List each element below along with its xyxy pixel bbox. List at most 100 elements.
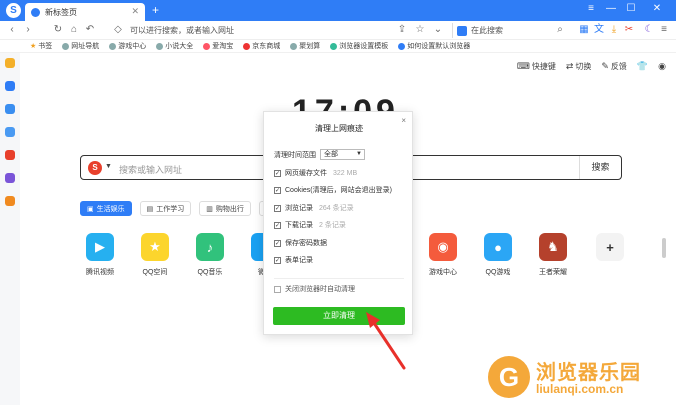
app-tile[interactable]: ◉ 游戏中心 — [423, 233, 463, 277]
checkbox[interactable]: ✓ — [274, 186, 281, 194]
tab-work[interactable]: ▤ 工作学习 — [139, 201, 192, 216]
shield-icon[interactable]: ◇ — [112, 24, 124, 35]
app-tile[interactable]: ♪ QQ音乐 — [190, 233, 230, 277]
close-icon[interactable]: × — [401, 116, 406, 125]
url-input[interactable]: 可以进行搜索，或者输入网址 — [130, 24, 430, 37]
search-button[interactable]: 搜索 — [579, 156, 621, 179]
bookmark-item[interactable]: 如何设置默认浏览器 — [398, 41, 470, 51]
scrollbar[interactable] — [662, 238, 666, 258]
checkbox[interactable]: ✓ — [274, 221, 281, 229]
new-tab-button[interactable]: + — [152, 4, 159, 16]
more-icon[interactable]: ≡ — [658, 24, 670, 36]
bookmark-item[interactable]: 京东商城 — [243, 41, 280, 51]
option-cache[interactable]: ✓ 网页缓存文件 322 MB — [274, 168, 357, 178]
tab-strip: S 新标签页 ✕ + ≡ — ☐ ✕ — [0, 0, 676, 21]
auto-clean-option[interactable]: 关闭浏览器时自动清理 — [274, 284, 355, 294]
music-icon: ♪ — [196, 233, 224, 261]
game-icon[interactable] — [5, 127, 15, 137]
caret-down-icon[interactable]: ▼ — [105, 163, 112, 170]
video-icon: ▶ — [86, 233, 114, 261]
site-icon — [398, 42, 406, 50]
star-icon: ★ — [30, 43, 37, 50]
dropdown-icon[interactable]: ⌄ — [432, 24, 444, 35]
screenshot-icon[interactable]: ✂ — [623, 24, 635, 36]
tab-shopping[interactable]: ▥ 购物出行 — [199, 201, 251, 216]
red-arrow-annotation — [366, 312, 406, 370]
cloud-icon[interactable] — [5, 104, 15, 114]
bookmark-item[interactable]: 浏览器设置模板 — [330, 41, 388, 51]
time-range-row: 清理时间范围 全部 ▼ — [274, 149, 365, 160]
extension-icon[interactable]: ▦ — [578, 24, 590, 36]
option-history[interactable]: ✓ 浏览记录 264 条记录 — [274, 203, 354, 213]
pdf-icon[interactable] — [5, 150, 15, 160]
search-engine-icon[interactable]: S — [88, 161, 102, 175]
menu-icon[interactable]: ≡ — [582, 3, 600, 14]
feedback-button[interactable]: ✎ 反馈 — [601, 61, 627, 72]
time-range-select[interactable]: 全部 ▼ — [320, 149, 365, 160]
reload-icon[interactable]: ↻ — [52, 24, 64, 35]
caret-down-icon: ▼ — [356, 151, 362, 157]
time-range-label: 清理时间范围 — [274, 151, 316, 159]
forward-icon[interactable]: › — [22, 24, 34, 35]
browser-logo-icon[interactable]: S — [6, 3, 21, 18]
option-downloads[interactable]: ✓ 下载记录 2 条记录 — [274, 220, 346, 230]
site-icon — [290, 42, 298, 50]
switch-button[interactable]: ⇄ 切换 — [566, 61, 592, 72]
add-app-tile[interactable]: + — [590, 233, 630, 267]
bookmark-item[interactable]: 游戏中心 — [109, 41, 146, 51]
app-tile[interactable]: ♞ 王者荣耀 — [533, 233, 573, 277]
shortcut-button[interactable]: ⌨ 快捷键 — [517, 61, 556, 72]
app-tile[interactable]: ▶ 腾讯视频 — [80, 233, 120, 277]
minimize-button[interactable]: — — [602, 3, 620, 14]
checkbox[interactable]: ✓ — [274, 256, 281, 264]
download-icon[interactable]: ⤓ — [608, 24, 620, 36]
option-forms[interactable]: ✓ 表单记录 — [274, 255, 319, 265]
bookmark-item[interactable]: 小说大全 — [156, 41, 193, 51]
close-window-button[interactable]: ✕ — [648, 3, 666, 14]
back-icon[interactable]: ‹ — [6, 24, 18, 35]
watermark: G 浏览器乐园 liulanqi.com.cn — [484, 354, 674, 402]
favorites-icon[interactable] — [5, 58, 15, 68]
cart-icon: ▥ — [206, 205, 213, 213]
bookmark-item[interactable]: 爱淘宝 — [203, 41, 233, 51]
maximize-button[interactable]: ☐ — [622, 3, 640, 14]
app-tile[interactable]: ● QQ游戏 — [478, 233, 518, 277]
option-passwords[interactable]: ✓ 保存密码数据 — [274, 238, 333, 248]
star-icon: ★ — [141, 233, 169, 261]
site-icon — [109, 42, 117, 50]
history-icon[interactable] — [5, 81, 15, 91]
checkbox[interactable]: ✓ — [274, 204, 281, 212]
checkbox[interactable]: ✓ — [274, 169, 281, 177]
game-icon: ▣ — [87, 205, 94, 213]
option-cookies[interactable]: ✓ Cookies(清理后，网站会退出登录) — [274, 185, 398, 195]
translate-icon[interactable]: 文 — [593, 24, 605, 36]
tab-favicon-icon — [31, 7, 40, 17]
watermark-logo-icon: G — [488, 356, 530, 398]
bookmark-item[interactable]: ★ 书签 — [30, 41, 52, 51]
undo-icon[interactable]: ↶ — [84, 24, 96, 35]
home-icon[interactable]: ⌂ — [68, 24, 80, 35]
site-icon — [62, 42, 70, 50]
checkbox[interactable] — [274, 285, 281, 293]
tab-close-icon[interactable]: ✕ — [131, 6, 139, 17]
eye-icon: ◉ — [658, 61, 666, 71]
search-icon[interactable]: ⌕ — [554, 24, 566, 35]
tab-life[interactable]: ▣ 生活娱乐 — [80, 201, 132, 216]
star-icon[interactable]: ☆ — [414, 24, 426, 35]
app-tile[interactable]: ★ QQ空间 — [135, 233, 175, 277]
tools-icon[interactable] — [5, 196, 15, 206]
tab-new-tab[interactable]: 新标签页 ✕ — [25, 3, 145, 21]
site-icon — [330, 42, 338, 50]
category-tabs: ▣生活娱乐 ▤工作学习 ▥购物出行 ... — [80, 201, 279, 216]
skin-button[interactable]: 👕 — [637, 61, 648, 72]
eye-button[interactable]: ◉ — [658, 61, 666, 72]
bookmark-item[interactable]: 网址导航 — [62, 41, 99, 51]
search-input[interactable]: 搜索或输入网址 — [119, 163, 182, 176]
checkbox[interactable]: ✓ — [274, 239, 281, 247]
share-icon[interactable]: ⇪ — [396, 24, 408, 35]
night-mode-icon[interactable]: ☾ — [643, 24, 655, 36]
notes-icon[interactable] — [5, 173, 15, 183]
search-engine-box[interactable]: 在此搜索 — [452, 23, 550, 38]
bookmark-item[interactable]: 聚划算 — [290, 41, 320, 51]
briefcase-icon: ▤ — [146, 205, 154, 213]
